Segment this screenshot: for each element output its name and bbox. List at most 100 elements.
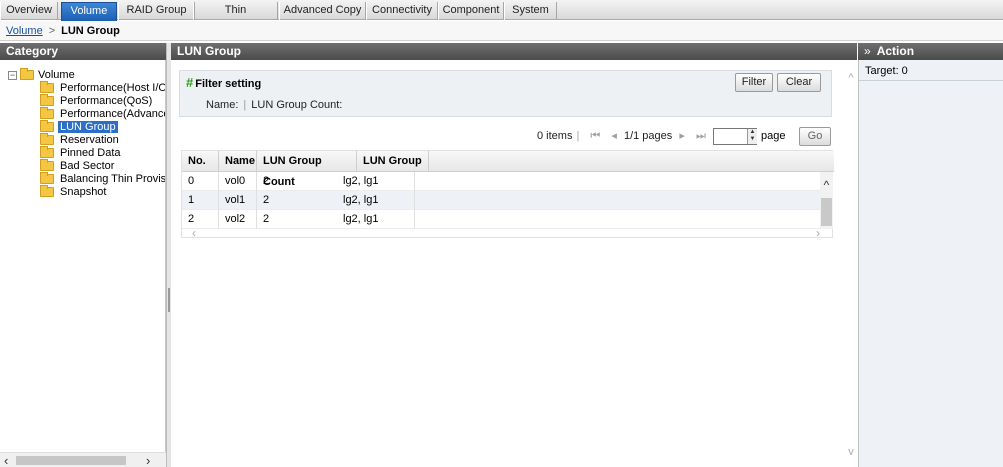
collapse-icon[interactable]: » bbox=[864, 44, 871, 58]
scroll-left-icon[interactable]: ‹ bbox=[4, 453, 8, 467]
go-button[interactable]: Go bbox=[799, 127, 831, 146]
column-lun-group[interactable]: LUN Group bbox=[357, 151, 429, 172]
breadcrumb-current: LUN Group bbox=[61, 25, 120, 37]
cell-name: vol1 bbox=[219, 191, 257, 210]
cell-name: vol0 bbox=[219, 172, 257, 191]
column-lun-group-count[interactable]: LUN Group Count bbox=[257, 151, 357, 188]
action-panel: Target: 0 bbox=[858, 60, 1003, 467]
folder-icon bbox=[40, 107, 54, 120]
tree-collapse-icon[interactable]: − bbox=[8, 70, 17, 80]
folder-icon bbox=[40, 81, 54, 94]
action-header: » Action bbox=[858, 43, 1003, 60]
tree-item-label: Bad Sector bbox=[60, 160, 115, 172]
page-label: page bbox=[761, 130, 786, 142]
table-horizontal-scrollbar[interactable]: ‹ › bbox=[182, 226, 834, 240]
filter-setting-title[interactable]: # Filter setting bbox=[186, 76, 261, 91]
tree-item-lun-group[interactable]: LUN Group bbox=[40, 120, 118, 134]
scroll-down-icon[interactable]: v bbox=[845, 446, 857, 458]
breadcrumb: Volume > LUN Group bbox=[0, 21, 1003, 41]
prev-page-icon[interactable]: ◂ bbox=[611, 130, 617, 142]
tab-volume[interactable]: Volume bbox=[61, 2, 117, 21]
target-count: Target: 0 bbox=[865, 65, 908, 77]
last-page-icon[interactable]: ⏭ bbox=[696, 130, 706, 142]
breadcrumb-link-volume[interactable]: Volume bbox=[6, 25, 43, 37]
tree-item-performance-advanced-copy[interactable]: Performance(Advanced Copy) bbox=[40, 107, 166, 121]
tree-item-label: Reservation bbox=[60, 134, 119, 146]
scroll-right-icon[interactable]: › bbox=[816, 226, 820, 240]
tree-item-label: Snapshot bbox=[60, 186, 107, 198]
tree-item-label: Performance(Advanced Copy) bbox=[60, 108, 166, 120]
column-name[interactable]: Name bbox=[219, 151, 257, 172]
folder-icon bbox=[40, 133, 54, 146]
folder-icon bbox=[40, 146, 54, 159]
table-vertical-scrollbar[interactable]: ^ bbox=[820, 172, 833, 229]
next-page-icon[interactable]: ▸ bbox=[679, 130, 685, 142]
tab-raid-group[interactable]: RAID Group bbox=[118, 2, 195, 20]
cell-lun-group: lg2, lg1 bbox=[337, 210, 415, 229]
folder-icon bbox=[40, 185, 54, 198]
scroll-left-icon[interactable]: ‹ bbox=[192, 226, 196, 240]
tab-component[interactable]: Component bbox=[438, 2, 504, 20]
filter-setting-box: # Filter setting Name: | LUN Group Count: F… bbox=[179, 70, 832, 117]
filter-title-label: Filter setting bbox=[195, 78, 262, 90]
item-count: 0 items bbox=[537, 130, 573, 142]
clear-button[interactable]: Clear bbox=[777, 73, 821, 92]
column-no[interactable]: No. bbox=[182, 151, 219, 172]
page-spinner-icon[interactable]: ▲ ▼ bbox=[747, 129, 757, 144]
tab-thin-provisioning[interactable]: Thin Provisioning bbox=[193, 2, 278, 32]
tree-item-pinned-data[interactable]: Pinned Data bbox=[40, 146, 123, 160]
cell-lun-group-count: 2 bbox=[263, 213, 270, 225]
scroll-up-icon[interactable]: ^ bbox=[845, 72, 857, 84]
action-divider bbox=[859, 80, 1003, 81]
page-count: 1/1 pages bbox=[623, 130, 673, 142]
scroll-up-icon[interactable]: ^ bbox=[820, 178, 833, 192]
tree-root-volume[interactable]: − Volume bbox=[8, 68, 75, 82]
splitter-grip-icon[interactable] bbox=[168, 288, 170, 312]
table-row[interactable]: 0 vol0 2 lg2, lg1 bbox=[182, 172, 820, 191]
tree-item-performance-host-io[interactable]: Performance(Host I/O) bbox=[40, 81, 166, 95]
cell-no: 0 bbox=[182, 172, 219, 191]
tab-advanced-copy[interactable]: Advanced Copy bbox=[279, 2, 366, 20]
scroll-right-icon[interactable]: › bbox=[146, 453, 150, 467]
lun-group-panel: # Filter setting Name: | LUN Group Count: F… bbox=[171, 60, 857, 467]
table-row[interactable]: 1 vol1 2 lg2, lg1 bbox=[182, 191, 820, 210]
tree-item-label: Performance(QoS) bbox=[60, 95, 153, 107]
filter-conditions: Name: | LUN Group Count: bbox=[206, 99, 343, 111]
lun-group-header: LUN Group bbox=[171, 43, 857, 60]
tree-item-bad-sector[interactable]: Bad Sector bbox=[40, 159, 116, 173]
cell-no: 2 bbox=[182, 210, 219, 229]
tree-item-label: Performance(Host I/O) bbox=[60, 82, 166, 94]
breadcrumb-separator: > bbox=[48, 25, 56, 37]
action-title: Action bbox=[876, 44, 915, 58]
filter-hash-icon: # bbox=[186, 75, 194, 90]
filter-name-label: Name: bbox=[206, 99, 239, 111]
scroll-thumb[interactable] bbox=[16, 456, 126, 465]
table-row[interactable]: 2 vol2 2 lg2, lg1 bbox=[182, 210, 820, 229]
folder-open-icon bbox=[20, 68, 34, 81]
scroll-thumb[interactable] bbox=[821, 198, 832, 226]
cell-no: 1 bbox=[182, 191, 219, 210]
filter-count-label: LUN Group Count: bbox=[251, 99, 343, 111]
tree-item-snapshot[interactable]: Snapshot bbox=[40, 185, 108, 199]
tree-item-reservation[interactable]: Reservation bbox=[40, 133, 121, 147]
category-header: Category bbox=[0, 43, 166, 60]
cell-lun-group: lg2, lg1 bbox=[337, 191, 415, 210]
tree-item-label: Pinned Data bbox=[60, 147, 121, 159]
main-vertical-scrollbar[interactable]: ^ v bbox=[845, 60, 857, 467]
tree-item-balancing-thin-provisioning[interactable]: Balancing Thin Provisioning Volume bbox=[40, 172, 165, 186]
category-horizontal-scrollbar[interactable]: ‹ › bbox=[0, 452, 166, 467]
folder-icon bbox=[40, 159, 54, 172]
folder-icon bbox=[40, 94, 54, 107]
cell-name: vol2 bbox=[219, 210, 257, 229]
category-tree: − Volume Performance(Host I/O) Performanc… bbox=[0, 60, 166, 467]
top-tab-bar: Overview Volume RAID Group Thin Provisio… bbox=[0, 0, 1003, 32]
table-header: No. Name LUN Group Count LUN Group bbox=[182, 151, 834, 188]
tree-item-performance-qos[interactable]: Performance(QoS) bbox=[40, 94, 154, 108]
tab-system[interactable]: System bbox=[504, 2, 557, 20]
tab-overview[interactable]: Overview bbox=[0, 2, 58, 20]
first-page-icon[interactable]: ⏮ bbox=[590, 130, 600, 142]
tab-connectivity[interactable]: Connectivity bbox=[366, 2, 438, 20]
lun-group-table: No. Name LUN Group Count LUN Group 0 vol… bbox=[181, 150, 834, 240]
cell-lun-group-count: 2 bbox=[263, 194, 270, 206]
filter-button[interactable]: Filter bbox=[735, 73, 773, 92]
